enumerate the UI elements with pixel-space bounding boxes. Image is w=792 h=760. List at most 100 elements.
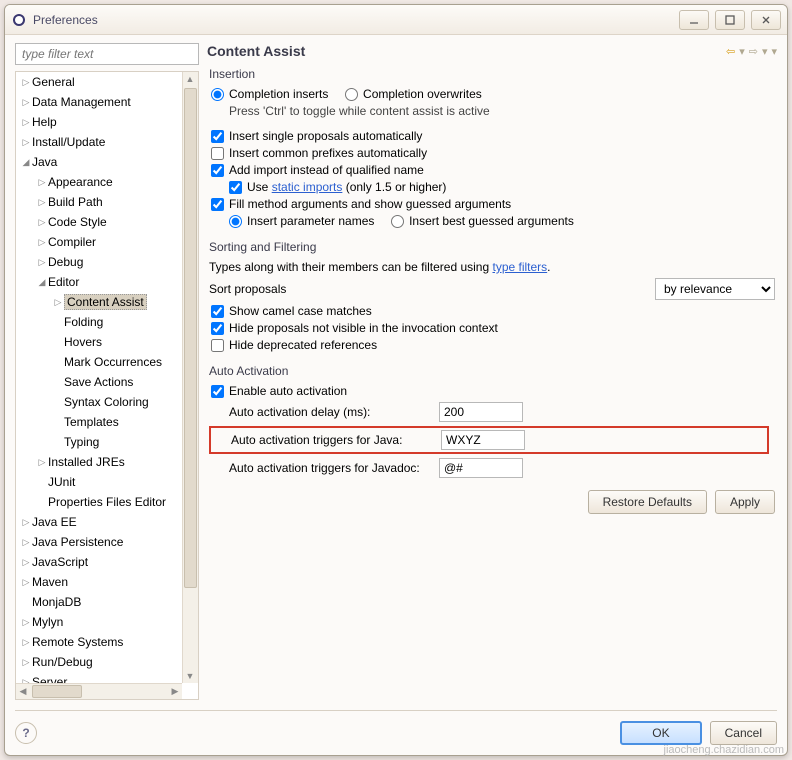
camel-case-checkbox[interactable]: [211, 305, 224, 318]
completion-inserts-radio[interactable]: [211, 88, 224, 101]
hide-deprecated-checkbox[interactable]: [211, 339, 224, 352]
add-import-checkbox[interactable]: [211, 164, 224, 177]
tree-twisty-icon[interactable]: ▷: [36, 457, 48, 468]
enable-auto-activation-checkbox[interactable]: [211, 385, 224, 398]
enable-auto-activation-label: Enable auto activation: [229, 384, 347, 398]
minimize-button[interactable]: [679, 10, 709, 30]
tree-item-java-persistence[interactable]: ▷Java Persistence: [16, 532, 182, 552]
tree-twisty-icon[interactable]: ▷: [20, 617, 32, 628]
tree-item-server[interactable]: ▷Server: [16, 672, 182, 683]
sort-proposals-select[interactable]: by relevance: [655, 278, 775, 300]
tree-item-content-assist[interactable]: ▷Content Assist: [16, 292, 182, 312]
tree-twisty-icon[interactable]: ▷: [20, 517, 32, 528]
tree-horizontal-scrollbar[interactable]: ◀ ▶: [16, 683, 182, 699]
tree-twisty-icon[interactable]: ▷: [20, 117, 32, 128]
triggers-java-input[interactable]: [441, 430, 525, 450]
tree-twisty-icon[interactable]: ◢: [36, 277, 48, 288]
tree-item-properties-files-editor[interactable]: ▷Properties Files Editor: [16, 492, 182, 512]
tree-item-label: Run/Debug: [32, 655, 93, 669]
tree-twisty-icon[interactable]: ▷: [36, 197, 48, 208]
tree-twisty-icon[interactable]: ▷: [20, 557, 32, 568]
tree-item-debug[interactable]: ▷Debug: [16, 252, 182, 272]
tree-item-compiler[interactable]: ▷Compiler: [16, 232, 182, 252]
filter-input[interactable]: [15, 43, 199, 65]
tree-item-run-debug[interactable]: ▷Run/Debug: [16, 652, 182, 672]
tree-twisty-icon[interactable]: ▷: [20, 77, 32, 88]
nav-back-menu-icon[interactable]: ▾: [739, 45, 745, 58]
tree-item-maven[interactable]: ▷Maven: [16, 572, 182, 592]
triggers-javadoc-input[interactable]: [439, 458, 523, 478]
tree-twisty-icon[interactable]: ▷: [36, 217, 48, 228]
tree-twisty-icon[interactable]: ▷: [36, 177, 48, 188]
tree-item-java[interactable]: ◢Java: [16, 152, 182, 172]
tree-item-installed-jres[interactable]: ▷Installed JREs: [16, 452, 182, 472]
tree-twisty-icon[interactable]: ▷: [36, 257, 48, 268]
tree-item-monjadb[interactable]: ▷MonjaDB: [16, 592, 182, 612]
tree-item-build-path[interactable]: ▷Build Path: [16, 192, 182, 212]
nav-forward-menu-icon[interactable]: ▾: [762, 45, 768, 58]
static-imports-link[interactable]: static imports: [272, 180, 343, 194]
restore-defaults-button[interactable]: Restore Defaults: [588, 490, 707, 514]
tree-item-hovers[interactable]: ▷Hovers: [16, 332, 182, 352]
tree-twisty-icon[interactable]: ▷: [20, 137, 32, 148]
insert-common-checkbox[interactable]: [211, 147, 224, 160]
fill-method-label: Fill method arguments and show guessed a…: [229, 197, 511, 211]
tree-item-templates[interactable]: ▷Templates: [16, 412, 182, 432]
tree-item-label: Editor: [48, 275, 79, 289]
tree-item-save-actions[interactable]: ▷Save Actions: [16, 372, 182, 392]
group-insertion: Insertion: [209, 67, 775, 81]
watermark: jiaocheng.chazidian.com: [664, 744, 784, 756]
tree-item-label: Maven: [32, 575, 68, 589]
tree-item-junit[interactable]: ▷JUnit: [16, 472, 182, 492]
nav-forward-icon[interactable]: ⇨: [749, 45, 758, 58]
tree-item-editor[interactable]: ◢Editor: [16, 272, 182, 292]
insert-single-checkbox[interactable]: [211, 130, 224, 143]
tree-item-java-ee[interactable]: ▷Java EE: [16, 512, 182, 532]
maximize-button[interactable]: [715, 10, 745, 30]
tree-item-mark-occurrences[interactable]: ▷Mark Occurrences: [16, 352, 182, 372]
tree-twisty-icon[interactable]: ▷: [20, 637, 32, 648]
tree-twisty-icon[interactable]: ▷: [36, 237, 48, 248]
close-button[interactable]: [751, 10, 781, 30]
tree-twisty-icon[interactable]: ▷: [52, 297, 64, 308]
tree-item-data-management[interactable]: ▷Data Management: [16, 92, 182, 112]
hide-invoc-checkbox[interactable]: [211, 322, 224, 335]
cancel-button[interactable]: Cancel: [710, 721, 777, 745]
nav-menu-icon[interactable]: ▾: [771, 45, 777, 58]
nav-back-icon[interactable]: ⇦: [726, 45, 735, 58]
tree-twisty-icon[interactable]: ▷: [20, 577, 32, 588]
tree-item-appearance[interactable]: ▷Appearance: [16, 172, 182, 192]
tree-vertical-scrollbar[interactable]: ▲ ▼: [182, 72, 198, 683]
tree-item-remote-systems[interactable]: ▷Remote Systems: [16, 632, 182, 652]
tree-item-mylyn[interactable]: ▷Mylyn: [16, 612, 182, 632]
tree-item-help[interactable]: ▷Help: [16, 112, 182, 132]
tree-item-install-update[interactable]: ▷Install/Update: [16, 132, 182, 152]
completion-overwrites-label: Completion overwrites: [363, 87, 482, 101]
ok-button[interactable]: OK: [620, 721, 701, 745]
use-static-imports-label: Use static imports (only 1.5 or higher): [247, 180, 446, 194]
tree-twisty-icon[interactable]: ▷: [20, 657, 32, 668]
tree-item-label: Help: [32, 115, 57, 129]
fill-method-checkbox[interactable]: [211, 198, 224, 211]
insert-param-radio[interactable]: [229, 215, 242, 228]
apply-button[interactable]: Apply: [715, 490, 775, 514]
eclipse-icon: [11, 12, 27, 28]
tree-item-javascript[interactable]: ▷JavaScript: [16, 552, 182, 572]
triggers-java-label: Auto activation triggers for Java:: [231, 433, 441, 447]
tree-twisty-icon[interactable]: ▷: [20, 537, 32, 548]
tree-item-code-style[interactable]: ▷Code Style: [16, 212, 182, 232]
tree-item-syntax-coloring[interactable]: ▷Syntax Coloring: [16, 392, 182, 412]
type-filters-link[interactable]: type filters: [492, 260, 547, 274]
delay-input[interactable]: [439, 402, 523, 422]
tree-item-folding[interactable]: ▷Folding: [16, 312, 182, 332]
tree-twisty-icon[interactable]: ◢: [20, 157, 32, 168]
tree-item-label: JavaScript: [32, 555, 88, 569]
tree-item-general[interactable]: ▷General: [16, 72, 182, 92]
insert-best-radio[interactable]: [391, 215, 404, 228]
help-button[interactable]: ?: [15, 722, 37, 744]
tree-item-typing[interactable]: ▷Typing: [16, 432, 182, 452]
use-static-imports-checkbox[interactable]: [229, 181, 242, 194]
tree-twisty-icon[interactable]: ▷: [20, 97, 32, 108]
delay-label: Auto activation delay (ms):: [229, 405, 439, 419]
completion-overwrites-radio[interactable]: [345, 88, 358, 101]
